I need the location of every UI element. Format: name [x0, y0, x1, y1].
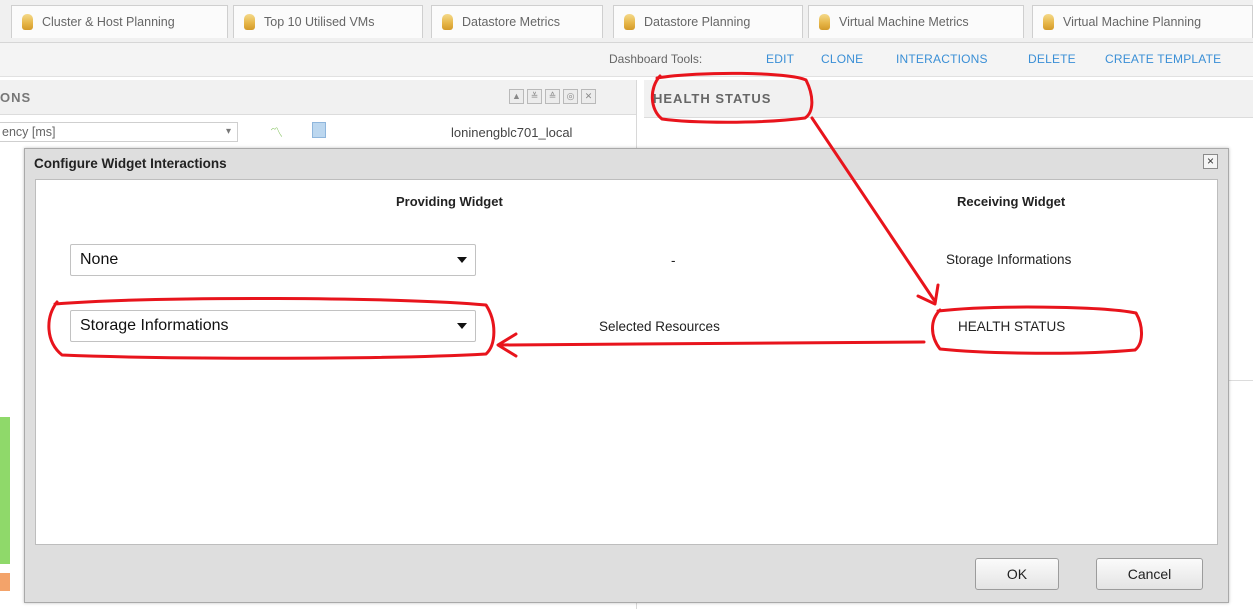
tab-icon	[22, 14, 33, 30]
tab-icon	[1043, 14, 1054, 30]
maximize-icon[interactable]: ≙	[545, 89, 560, 104]
tab-datastore-metrics[interactable]: Datastore Metrics	[431, 5, 603, 38]
tab-virtual-machine-planning[interactable]: Virtual Machine Planning	[1032, 5, 1253, 38]
providing-widget-select-value: Storage Informations	[80, 317, 229, 334]
relation-text: Selected Resources	[599, 319, 720, 334]
receiving-widget-name: Storage Informations	[946, 252, 1072, 267]
expand-down-icon[interactable]: ≚	[527, 89, 542, 104]
metric-select-value: ency [ms]	[2, 125, 56, 139]
close-icon[interactable]: ×	[1203, 154, 1218, 169]
dialog-body: Providing Widget Receiving Widget None -…	[35, 179, 1218, 545]
delete-link[interactable]: DELETE	[1028, 52, 1076, 66]
relation-text: -	[671, 253, 676, 268]
widget-header: ONS ▲ ≚ ≙ ◎ ✕	[0, 80, 636, 115]
tab-top-10-utilised-vms[interactable]: Top 10 Utilised VMs	[233, 5, 423, 38]
providing-widget-select-value: None	[80, 251, 119, 268]
orange-bar	[0, 573, 10, 591]
dropdown-caret-icon	[457, 323, 467, 329]
tab-datastore-planning[interactable]: Datastore Planning	[613, 5, 803, 38]
widget-header: HEALTH STATUS	[644, 80, 1253, 118]
green-bar	[0, 417, 10, 564]
receiving-widget-name: HEALTH STATUS	[958, 319, 1066, 334]
tab-cluster-host-planning[interactable]: Cluster & Host Planning	[11, 5, 228, 38]
cancel-button[interactable]: Cancel	[1096, 558, 1203, 590]
tab-icon	[624, 14, 635, 30]
settings-icon[interactable]: ◎	[563, 89, 578, 104]
tab-label: Datastore Planning	[644, 15, 751, 29]
collapse-up-icon[interactable]: ▲	[509, 89, 524, 104]
chart-icon[interactable]: 〽	[270, 122, 283, 141]
tab-label: Datastore Metrics	[462, 15, 560, 29]
interactions-link[interactable]: INTERACTIONS	[896, 52, 988, 66]
host-name: loninengblc701_local	[451, 125, 573, 140]
tab-label: Virtual Machine Metrics	[839, 15, 969, 29]
dialog-title: Configure Widget Interactions	[34, 156, 227, 171]
widget-title: ONS	[0, 90, 32, 105]
dashboard-tabs: Cluster & Host Planning Top 10 Utilised …	[0, 0, 1253, 43]
dashboard-tools-bar: Dashboard Tools: EDIT CLONE INTERACTIONS…	[0, 43, 1253, 77]
table-icon[interactable]	[312, 122, 326, 138]
tab-label: Virtual Machine Planning	[1063, 15, 1202, 29]
ok-button[interactable]: OK	[975, 558, 1059, 590]
tab-icon	[819, 14, 830, 30]
edit-link[interactable]: EDIT	[766, 52, 794, 66]
receiving-widget-header: Receiving Widget	[957, 194, 1066, 209]
close-widget-icon[interactable]: ✕	[581, 89, 596, 104]
configure-widget-interactions-dialog: Configure Widget Interactions × Providin…	[24, 148, 1229, 603]
providing-widget-select-2[interactable]: Storage Informations	[70, 310, 476, 342]
metric-select[interactable]: ency [ms] ▾	[0, 122, 238, 142]
tab-label: Top 10 Utilised VMs	[264, 15, 375, 29]
tab-virtual-machine-metrics[interactable]: Virtual Machine Metrics	[808, 5, 1024, 38]
dashboard-tools-label: Dashboard Tools:	[609, 52, 703, 66]
providing-widget-select-1[interactable]: None	[70, 244, 476, 276]
providing-widget-header: Providing Widget	[396, 194, 503, 209]
dialog-titlebar: Configure Widget Interactions ×	[25, 149, 1228, 179]
clone-link[interactable]: CLONE	[821, 52, 863, 66]
create-template-link[interactable]: CREATE TEMPLATE	[1105, 52, 1221, 66]
dropdown-caret-icon	[457, 257, 467, 263]
tab-icon	[244, 14, 255, 30]
tab-icon	[442, 14, 453, 30]
chevron-down-icon: ▾	[225, 126, 231, 137]
tab-label: Cluster & Host Planning	[42, 15, 175, 29]
widget-title: HEALTH STATUS	[653, 91, 772, 106]
